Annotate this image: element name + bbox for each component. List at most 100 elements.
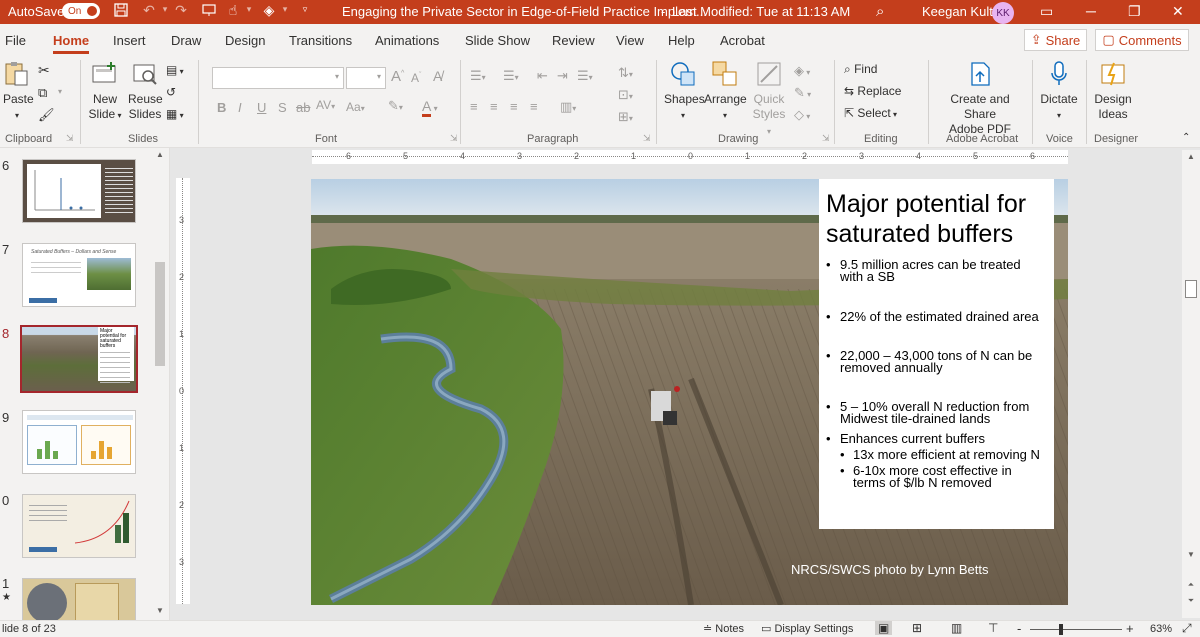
- paragraph-launcher-icon[interactable]: ⇲: [643, 133, 651, 144]
- thumbnail-scrollbar[interactable]: ▲ ▼: [153, 150, 167, 618]
- tab-draw[interactable]: Draw: [171, 33, 201, 48]
- avatar[interactable]: KK: [992, 2, 1014, 24]
- photo-caption[interactable]: NRCS/SWCS photo by Lynn Betts: [791, 562, 989, 577]
- previous-slide-icon[interactable]: ⏶: [1182, 580, 1200, 590]
- slide-sorter-icon[interactable]: ⊞: [912, 621, 922, 635]
- scroll-up-icon[interactable]: ▲: [1182, 152, 1200, 161]
- numbering-icon[interactable]: ☰▾: [503, 68, 519, 84]
- slide-sub-bullet[interactable]: 6-10x more cost effective in terms of $/…: [826, 464, 1046, 489]
- change-case-icon[interactable]: Aa▾: [346, 100, 365, 114]
- increase-indent-icon[interactable]: ⇥: [557, 68, 568, 84]
- slide-thumbnail-6[interactable]: [22, 159, 136, 223]
- dictate-button[interactable]: Dictate ▾: [1038, 60, 1080, 123]
- select-button[interactable]: ⇱ Select ▾: [844, 106, 897, 120]
- text-direction-icon[interactable]: ⇅▾: [618, 65, 633, 81]
- ribbon-display-icon[interactable]: ▭: [1040, 3, 1053, 20]
- tab-home[interactable]: Home: [53, 33, 90, 54]
- copy-dropdown-icon[interactable]: ▾: [58, 87, 62, 96]
- zoom-level[interactable]: 63%: [1150, 623, 1172, 635]
- scroll-thumb[interactable]: [155, 262, 165, 366]
- font-size-box[interactable]: ▾: [346, 67, 386, 89]
- clear-formatting-icon[interactable]: A̸: [433, 68, 442, 84]
- zoom-out-button[interactable]: -: [1017, 621, 1021, 636]
- normal-view-icon[interactable]: ▣: [875, 621, 893, 635]
- slide-thumbnail-7[interactable]: Saturated Buffers – Dollars and Sense: [22, 243, 136, 307]
- decrease-indent-icon[interactable]: ⇤: [537, 68, 548, 84]
- slide-show-icon[interactable]: ⊤: [988, 621, 998, 635]
- fit-to-window-icon[interactable]: ⤢: [1182, 621, 1192, 636]
- redo-icon[interactable]: ↷: [170, 2, 192, 19]
- line-spacing-icon[interactable]: ☰▾: [577, 68, 593, 84]
- font-launcher-icon[interactable]: ⇲: [450, 133, 458, 144]
- find-button[interactable]: ⌕ Find: [844, 62, 877, 77]
- shape-outline-icon[interactable]: ✎ ▾: [794, 85, 811, 101]
- scroll-up-icon[interactable]: ▲: [153, 150, 167, 159]
- tab-review[interactable]: Review: [552, 33, 595, 48]
- columns-icon[interactable]: ▥▾: [560, 99, 576, 115]
- copy-icon[interactable]: ⧉: [38, 85, 47, 101]
- layout-icon[interactable]: ▤ ▾: [166, 63, 184, 77]
- bold-icon[interactable]: B: [217, 100, 226, 115]
- zoom-slider[interactable]: [1030, 624, 1122, 635]
- collapse-ribbon-icon[interactable]: ⌃: [1182, 132, 1190, 143]
- slide-text-box[interactable]: Major potential for saturated buffers 9.…: [819, 179, 1054, 529]
- slide-thumbnail-10[interactable]: [22, 494, 136, 558]
- align-right-icon[interactable]: ≡: [510, 99, 518, 114]
- format-painter-icon[interactable]: 🖌: [38, 107, 55, 123]
- paste-button[interactable]: Paste ▾: [3, 60, 34, 123]
- close-icon[interactable]: ✕: [1172, 3, 1184, 20]
- touch-dropdown-icon[interactable]: ▾: [238, 4, 260, 15]
- slide-bullet[interactable]: 5 – 10% overall N reduction from Midwest…: [826, 400, 1046, 425]
- tab-file[interactable]: File: [5, 33, 26, 48]
- section-icon[interactable]: ▦ ▾: [166, 107, 184, 121]
- underline-icon[interactable]: U: [257, 100, 266, 115]
- tab-insert[interactable]: Insert: [113, 33, 146, 48]
- align-left-icon[interactable]: ≡: [470, 99, 478, 114]
- reuse-slides-button[interactable]: Reuse Slides: [128, 60, 163, 122]
- align-text-icon[interactable]: ⊡▾: [618, 87, 633, 103]
- quick-styles-button[interactable]: Quick Styles ▾: [750, 60, 788, 139]
- vertical-ruler[interactable]: 3 2 1 0 1 2 3: [176, 178, 190, 604]
- highlight-icon[interactable]: ✎▾: [388, 98, 403, 114]
- scroll-down-icon[interactable]: ▼: [1182, 550, 1200, 559]
- notes-button[interactable]: ≐ Notes: [703, 622, 744, 635]
- reset-icon[interactable]: ↺: [166, 85, 176, 99]
- slide-thumbnail-9[interactable]: [22, 410, 136, 474]
- shapes-button[interactable]: Shapes ▾: [664, 60, 705, 123]
- slide-thumbnail-11[interactable]: [22, 578, 136, 620]
- present-icon[interactable]: [198, 3, 220, 20]
- align-center-icon[interactable]: ≡: [490, 99, 498, 114]
- italic-icon[interactable]: I: [238, 100, 242, 115]
- shape-fill-icon[interactable]: ◈ ▾: [794, 63, 810, 79]
- increase-font-icon[interactable]: A^: [391, 68, 404, 85]
- user-name[interactable]: Keegan Kult: [922, 4, 993, 19]
- replace-button[interactable]: ⇆ Replace: [844, 84, 901, 98]
- comments-button[interactable]: ▢ Comments: [1095, 29, 1189, 51]
- cut-icon[interactable]: ✂: [38, 62, 50, 79]
- reading-view-icon[interactable]: ▥: [951, 621, 962, 635]
- display-settings-button[interactable]: ▭ Display Settings: [761, 622, 853, 635]
- smartart-icon[interactable]: ⊞▾: [618, 109, 633, 125]
- tab-view[interactable]: View: [616, 33, 644, 48]
- minimize-icon[interactable]: ─: [1086, 3, 1096, 19]
- new-slide-button[interactable]: New Slide ▾: [88, 60, 122, 123]
- create-share-pdf-button[interactable]: Create and Share Adobe PDF: [934, 60, 1026, 137]
- tab-animations[interactable]: Animations: [375, 33, 439, 48]
- customize-qat-icon[interactable]: ▿: [294, 4, 316, 15]
- slide-bullet[interactable]: 9.5 million acres can be treated with a …: [826, 258, 1046, 283]
- slide-bullet[interactable]: 22% of the estimated drained area: [826, 310, 1046, 323]
- shape-effects-icon[interactable]: ◇ ▾: [794, 107, 810, 123]
- slide-thumbnail-8[interactable]: Major potential for saturated buffers: [20, 325, 138, 393]
- search-icon[interactable]: ⌕: [876, 3, 884, 20]
- next-slide-icon[interactable]: ⏷: [1182, 596, 1200, 606]
- slide-sub-bullet[interactable]: 13x more efficient at removing N: [826, 448, 1046, 461]
- last-modified[interactable]: Last Modified: Tue at 11:13 AM: [672, 4, 850, 19]
- slide-scrollbar[interactable]: ▲ ▼ ⏶ ⏷: [1182, 150, 1200, 618]
- bullets-icon[interactable]: ☰▾: [470, 68, 486, 84]
- slide-bullet[interactable]: 22,000 – 43,000 tons of N can be removed…: [826, 349, 1046, 374]
- slide-bullet[interactable]: Enhances current buffers: [826, 432, 1046, 445]
- restore-icon[interactable]: ❐: [1128, 3, 1141, 20]
- fill-dropdown-icon[interactable]: ▾: [274, 4, 296, 15]
- share-button[interactable]: ⇪ Share: [1024, 29, 1087, 51]
- tab-transitions[interactable]: Transitions: [289, 33, 352, 48]
